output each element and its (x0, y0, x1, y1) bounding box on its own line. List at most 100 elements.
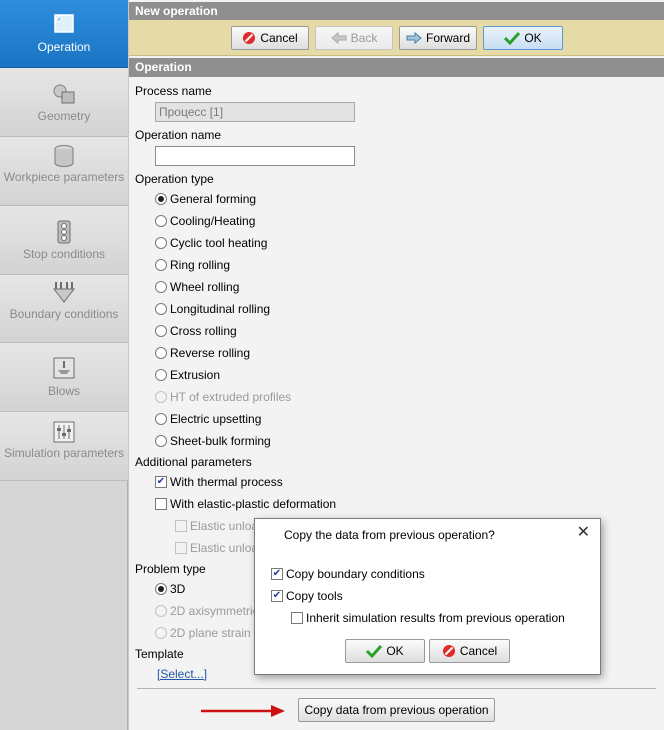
radio-extrusion[interactable]: Extrusion (155, 367, 220, 383)
checkbox-copy-tools[interactable]: ✔ Copy tools (271, 588, 343, 604)
sidebar-item-operation[interactable]: Operation (0, 0, 128, 68)
checkbox-label: Copy boundary conditions (286, 567, 425, 581)
radio-2d-plane-strain[interactable]: 2D plane strain (155, 625, 251, 641)
radio-indicator (155, 604, 167, 617)
operation-name-label: Operation name (135, 128, 222, 142)
radio-ht-extruded-profiles[interactable]: HT of extruded profiles (155, 389, 291, 405)
radio-2d-axisymmetric[interactable]: 2D axisymmetric (155, 603, 259, 619)
footer-divider (137, 688, 656, 689)
additional-parameters-label: Additional parameters (135, 455, 252, 469)
sidebar-item-label: Stop conditions (22, 247, 106, 261)
radio-cyclic-tool-heating[interactable]: Cyclic tool heating (155, 235, 267, 251)
checkbox-indicator: ✔ (155, 475, 167, 488)
radio-label: Ring rolling (170, 258, 231, 272)
radio-indicator (155, 368, 167, 381)
radio-wheel-rolling[interactable]: Wheel rolling (155, 279, 239, 295)
sidebar-item-label: Boundary conditions (9, 307, 119, 321)
checkbox-indicator (175, 519, 187, 532)
radio-indicator (155, 626, 167, 639)
workpiece-icon (54, 145, 74, 167)
arrow-right-icon (406, 31, 422, 44)
checkbox-copy-boundary[interactable]: ✔ Copy boundary conditions (271, 566, 425, 582)
radio-indicator (155, 236, 167, 249)
checkbox-indicator: ✔ (271, 567, 283, 580)
boundary-icon (52, 282, 76, 303)
radio-reverse-rolling[interactable]: Reverse rolling (155, 345, 250, 361)
checkbox-elastic-unload-1[interactable]: Elastic unloa (175, 518, 258, 534)
problem-type-label: Problem type (135, 562, 206, 576)
radio-indicator (155, 258, 167, 271)
cancel-label: Cancel (260, 31, 298, 45)
sidebar-item-boundary[interactable]: Boundary conditions (0, 275, 128, 343)
checkbox-inherit-results[interactable]: Inherit simulation results from previous… (291, 610, 565, 626)
radio-label: 2D plane strain (170, 626, 251, 640)
radio-label: Cross rolling (170, 324, 237, 338)
radio-indicator (155, 412, 167, 425)
process-name-field[interactable]: Процесс [1] (155, 102, 355, 122)
radio-3d[interactable]: 3D (155, 581, 185, 597)
sidebar-item-blows[interactable]: Blows (0, 343, 128, 412)
section-header: Operation (129, 58, 664, 77)
sliders-icon (53, 421, 75, 443)
dialog-ok-button[interactable]: OK (345, 639, 425, 663)
template-select-link[interactable]: [Select...] (157, 667, 207, 681)
radio-label: Wheel rolling (170, 280, 240, 294)
checkbox-label: Elastic unloa (190, 519, 259, 533)
ok-button[interactable]: OK (483, 26, 563, 50)
operation-name-field[interactable] (155, 146, 355, 166)
checkbox-label: Copy tools (286, 589, 343, 603)
sidebar-item-label: Operation (37, 40, 91, 54)
close-icon[interactable]: ✕ (577, 525, 590, 541)
checkbox-indicator (175, 541, 187, 554)
radio-cooling-heating[interactable]: Cooling/Heating (155, 213, 255, 229)
radio-general-forming[interactable]: General forming (155, 191, 256, 207)
radio-sheet-bulk-forming[interactable]: Sheet-bulk forming (155, 433, 271, 449)
cancel-button[interactable]: Cancel (231, 26, 309, 50)
cancel-icon (243, 31, 256, 44)
sidebar-item-label: Simulation parameters (3, 446, 125, 460)
cancel-label: Cancel (459, 644, 498, 658)
checkbox-indicator (291, 611, 303, 624)
sidebar-item-workpiece[interactable]: Workpiece parameters (0, 137, 128, 206)
radio-indicator (155, 582, 167, 595)
back-button[interactable]: Back (315, 26, 393, 50)
checkbox-elastic-plastic[interactable]: With elastic-plastic deformation (155, 496, 336, 512)
radio-indicator (155, 302, 167, 315)
operation-icon (53, 13, 74, 33)
checkbox-thermal-process[interactable]: ✔ With thermal process (155, 474, 283, 490)
ok-label: OK (386, 644, 404, 658)
radio-label: Longitudinal rolling (170, 302, 271, 316)
radio-indicator (155, 192, 167, 205)
copy-data-dialog: Copy the data from previous operation? ✕… (254, 518, 601, 675)
checkbox-indicator (155, 497, 167, 510)
radio-electric-upsetting[interactable]: Electric upsetting (155, 411, 261, 427)
checkbox-label: Inherit simulation results from previous… (306, 611, 565, 625)
checkbox-elastic-unload-2[interactable]: Elastic unloa (175, 540, 258, 556)
radio-label: 3D (170, 582, 186, 596)
radio-label: Cooling/Heating (170, 214, 256, 228)
forward-label: Forward (425, 31, 470, 45)
dialog-title: Copy the data from previous operation? (284, 528, 495, 542)
radio-indicator (155, 346, 167, 359)
sidebar-item-stop-conditions[interactable]: Stop conditions (0, 206, 128, 275)
radio-ring-rolling[interactable]: Ring rolling (155, 257, 230, 273)
radio-cross-rolling[interactable]: Cross rolling (155, 323, 237, 339)
checkmark-icon (366, 644, 383, 659)
back-label: Back (350, 31, 378, 45)
checkbox-label: With elastic-plastic deformation (170, 497, 337, 511)
radio-indicator (155, 390, 167, 403)
sidebar-item-geometry[interactable]: Geometry (0, 68, 128, 137)
blows-icon (53, 357, 75, 379)
cancel-icon (442, 644, 455, 657)
dialog-cancel-button[interactable]: Cancel (429, 639, 510, 663)
radio-label: HT of extruded profiles (170, 390, 292, 404)
forward-button[interactable]: Forward (399, 26, 477, 50)
checkbox-label: Elastic unloa (190, 541, 259, 555)
checkmark-icon (504, 31, 521, 46)
copy-data-button[interactable]: Copy data from previous operation (298, 698, 495, 722)
radio-longitudinal-rolling[interactable]: Longitudinal rolling (155, 301, 270, 317)
checkbox-label: With thermal process (170, 475, 283, 489)
sidebar-item-simulation[interactable]: Simulation parameters (0, 412, 128, 481)
radio-indicator (155, 324, 167, 337)
radio-label: Cyclic tool heating (170, 236, 268, 250)
